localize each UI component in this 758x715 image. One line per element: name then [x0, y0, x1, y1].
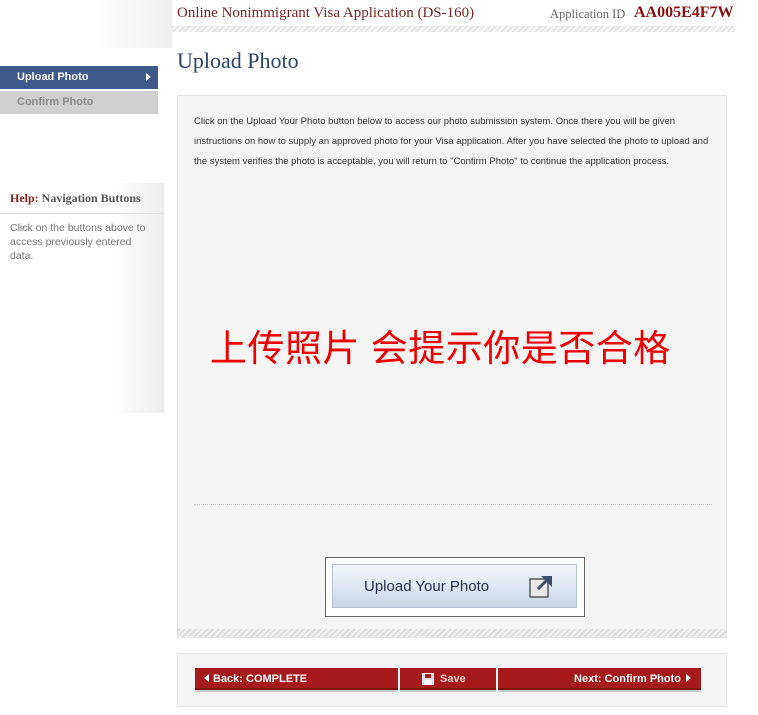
- sidebar-item-upload-photo[interactable]: Upload Photo: [0, 66, 158, 89]
- instructions-text: Click on the Upload Your Photo button be…: [194, 116, 709, 167]
- help-title-prefix: Help:: [10, 191, 39, 205]
- help-title-text: Navigation Buttons: [41, 191, 141, 205]
- application-id-label: Application ID: [550, 7, 626, 21]
- upload-button-frame: Upload Your Photo: [325, 557, 585, 617]
- panel-bottom-stripe: [178, 629, 726, 637]
- annotation-overlay-text: 上传照片 会提示你是否合格: [210, 328, 671, 369]
- app-header: Online Nonimmigrant Visa Application (DS…: [172, 0, 735, 40]
- app-title: Online Nonimmigrant Visa Application (DS…: [177, 5, 475, 21]
- save-disk-icon: [422, 673, 434, 685]
- back-button-label: Back: COMPLETE: [213, 673, 308, 685]
- header-divider: [172, 26, 735, 32]
- page-title: Upload Photo: [177, 48, 299, 73]
- application-id-value: AA005E4F7W: [634, 4, 734, 21]
- back-button[interactable]: Back: COMPLETE: [195, 668, 398, 690]
- sidebar-item-label: Upload Photo: [17, 71, 89, 83]
- upload-button-label: Upload Your Photo: [364, 578, 490, 595]
- save-button[interactable]: Save: [400, 668, 496, 690]
- dotted-divider: [194, 504, 712, 505]
- bottom-navigation-bar: Back: COMPLETE Save Next: Confirm Photo: [177, 653, 727, 707]
- content-panel: Click on the Upload Your Photo button be…: [177, 95, 727, 638]
- next-button[interactable]: Next: Confirm Photo: [498, 668, 701, 690]
- help-text: Click on the buttons above to access pre…: [10, 222, 146, 262]
- triangle-right-icon: [686, 674, 691, 682]
- help-divider: [0, 213, 164, 214]
- left-sidebar: Upload Photo Confirm Photo Help: Navigat…: [0, 0, 172, 715]
- help-title: Help: Navigation Buttons: [10, 191, 141, 206]
- sidebar-top-fade: [0, 0, 172, 48]
- sidebar-item-label: Confirm Photo: [17, 96, 94, 108]
- chevron-right-icon: [146, 73, 151, 81]
- sidebar-item-confirm-photo[interactable]: Confirm Photo: [0, 91, 158, 114]
- upload-your-photo-button[interactable]: Upload Your Photo: [332, 564, 577, 608]
- next-button-label: Next: Confirm Photo: [574, 673, 681, 685]
- upload-photo-icon: [529, 576, 552, 598]
- help-panel: Help: Navigation Buttons Click on the bu…: [0, 183, 164, 413]
- triangle-left-icon: [204, 674, 209, 682]
